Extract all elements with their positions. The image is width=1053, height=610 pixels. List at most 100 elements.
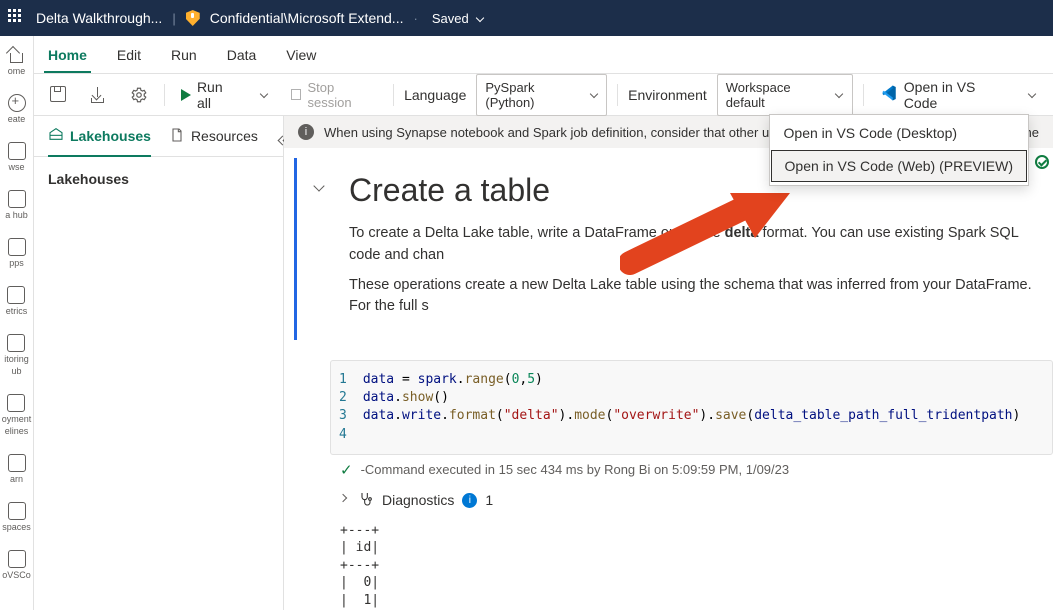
status-ok-icon [1035, 155, 1049, 169]
vscode-dropdown-menu: Open in VS Code (Desktop) Open in VS Cod… [769, 114, 1029, 186]
settings-button[interactable] [124, 82, 154, 108]
tab-run[interactable]: Run [167, 39, 201, 73]
rail-learn[interactable]: arn [8, 454, 26, 484]
download-icon [90, 86, 108, 104]
chevron-down-icon [589, 90, 598, 100]
chevron-right-icon [340, 495, 350, 505]
language-dropdown[interactable]: PySpark (Python) [476, 74, 607, 116]
apps-icon [8, 238, 26, 256]
code-cell[interactable]: 1 2 3 4 data = spark.range(0,5) data.sho… [330, 360, 1053, 455]
environment-label: Environment [628, 87, 707, 103]
info-badge-icon: i [462, 493, 477, 508]
rail-create[interactable]: eate [8, 94, 26, 124]
exec-status: ✓ -Command executed in 15 sec 434 ms by … [330, 455, 1053, 485]
home-icon [8, 46, 26, 64]
code-editor[interactable]: data = spark.range(0,5) data.show() data… [355, 361, 1029, 454]
database-icon [8, 190, 26, 208]
tab-data[interactable]: Data [223, 39, 261, 73]
side-tab-resources-label: Resources [191, 128, 258, 144]
save-button[interactable] [44, 82, 74, 108]
dot-separator: · [413, 11, 417, 26]
stop-icon [291, 89, 301, 100]
download-button[interactable] [84, 82, 114, 108]
toolbar-separator [617, 84, 618, 106]
chevron-down-icon [1027, 90, 1037, 100]
environment-dropdown[interactable]: Workspace default [717, 74, 853, 116]
md-paragraph-1: To create a Delta Lake table, write a Da… [349, 223, 1039, 267]
ribbon-tabs: Home Edit Run Data View [0, 36, 1053, 74]
run-all-dropdown[interactable] [253, 86, 275, 104]
toolbar: Run all Stop session Language PySpark (P… [0, 74, 1053, 116]
collapse-cell-icon[interactable] [315, 182, 329, 196]
side-tab-resources[interactable]: Resources [169, 127, 258, 156]
open-vscode-split[interactable] [1021, 86, 1043, 104]
exec-status-text: -Command executed in 15 sec 434 ms by Ro… [361, 462, 790, 477]
toolbar-separator [164, 84, 165, 106]
tab-edit[interactable]: Edit [113, 39, 145, 73]
info-icon: i [298, 124, 314, 140]
tab-home[interactable]: Home [44, 39, 91, 73]
language-value: PySpark (Python) [485, 80, 580, 110]
saved-status[interactable]: Saved [432, 11, 485, 26]
check-icon: ✓ [340, 461, 353, 479]
toolbar-separator [863, 84, 864, 106]
book-icon [8, 454, 26, 472]
rail-workspaces[interactable]: spaces [2, 502, 31, 532]
rail-deployment[interactable]: oymentelines [2, 394, 32, 436]
main-area: i When using Synapse notebook and Spark … [284, 116, 1053, 610]
rail-browse[interactable]: wse [8, 142, 26, 172]
rail-home[interactable]: ome [8, 46, 26, 76]
toolbar-separator [393, 84, 394, 106]
plus-circle-icon [8, 94, 26, 112]
sensitivity-label[interactable]: Confidential\Microsoft Extend... [210, 10, 404, 26]
sensitivity-shield-icon [186, 10, 200, 26]
side-panel-tabs: Lakehouses Resources [34, 116, 283, 157]
rail-monitoring[interactable]: itoringub [4, 334, 29, 376]
chevron-down-icon [259, 90, 269, 100]
open-vscode-label: Open in VS Code [904, 79, 1005, 111]
rail-ovsco[interactable]: oVSCo [2, 550, 31, 580]
folder-icon [8, 142, 26, 160]
title-bar: Delta Walkthrough... | Confidential\Micr… [0, 0, 1053, 36]
stethoscope-icon [358, 491, 374, 510]
metrics-icon [7, 286, 25, 304]
separator: | [172, 11, 175, 26]
rail-metrics[interactable]: etrics [6, 286, 28, 316]
saved-text: Saved [432, 11, 469, 26]
open-vscode-button[interactable]: Open in VS Code [874, 75, 1011, 115]
play-icon [181, 89, 191, 101]
lakehouse-icon [48, 126, 64, 145]
side-panel: Lakehouses Resources Lakehouses [34, 116, 284, 610]
workspace-icon [8, 502, 26, 520]
run-all-button[interactable]: Run all [175, 75, 243, 115]
stop-session-label: Stop session [307, 80, 377, 110]
save-icon [50, 86, 68, 104]
notebook-content: Create a table To create a Delta Lake ta… [284, 148, 1053, 610]
monitor-icon [7, 334, 25, 352]
md-paragraph-2: These operations create a new Delta Lake… [349, 275, 1039, 319]
rail-apps[interactable]: pps [8, 238, 26, 268]
diagnostics-row[interactable]: Diagnostics i 1 [330, 485, 1053, 516]
left-nav-rail: ome eate wse a hub pps etrics itoringub … [0, 36, 34, 610]
body-layout: Lakehouses Resources Lakehouses i When u… [0, 116, 1053, 610]
rocket-icon [7, 394, 25, 412]
gear-icon [130, 86, 148, 104]
diagnostics-count: 1 [485, 492, 493, 508]
stop-session-button[interactable]: Stop session [285, 76, 383, 114]
vscode-icon [880, 84, 898, 105]
menu-vscode-desktop[interactable]: Open in VS Code (Desktop) [770, 117, 1028, 149]
chevron-down-icon [475, 13, 485, 23]
diagnostics-label: Diagnostics [382, 492, 454, 508]
chevron-down-icon [834, 90, 843, 100]
environment-value: Workspace default [726, 80, 827, 110]
document-icon [169, 127, 185, 146]
side-tab-lakehouses[interactable]: Lakehouses [48, 126, 151, 157]
link-icon [8, 550, 26, 568]
line-gutter: 1 2 3 4 [331, 361, 355, 454]
app-launcher-icon[interactable] [8, 9, 26, 27]
menu-vscode-web[interactable]: Open in VS Code (Web) (PREVIEW) [771, 150, 1027, 182]
doc-title[interactable]: Delta Walkthrough... [36, 10, 162, 26]
rail-datahub[interactable]: a hub [5, 190, 28, 220]
tab-view[interactable]: View [282, 39, 320, 73]
run-all-label: Run all [197, 79, 237, 111]
